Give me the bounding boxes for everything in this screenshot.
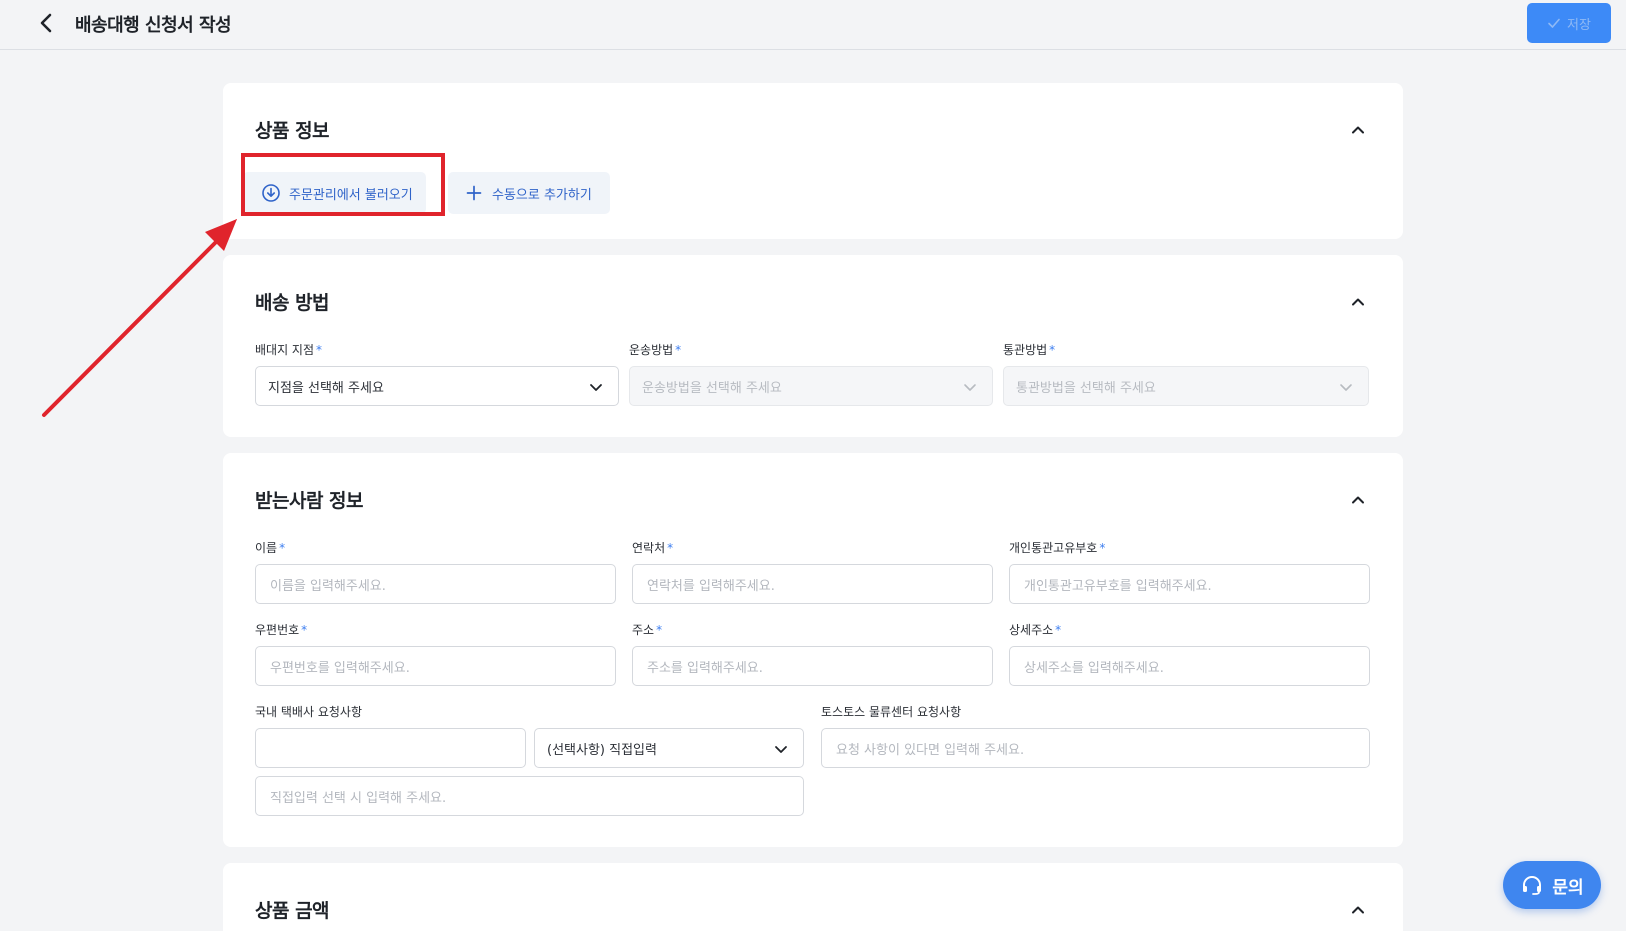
collapse-chevron-up-icon[interactable]: [1349, 121, 1367, 139]
back-arrow-icon[interactable]: [34, 10, 60, 36]
branch-select[interactable]: 지점을 선택해 주세요: [255, 366, 619, 406]
branch-label: 배대지 지점 *: [255, 343, 323, 357]
shipping-method-card: 배송 방법 배대지 지점 * 지점을 선택해 주세요 운송방법 * 운송방법을 선택…: [223, 255, 1403, 437]
center-request-label: 토스토스 물류센터 요청사항: [821, 705, 962, 719]
courier-request-label: 국내 택배사 요청사항: [255, 705, 362, 719]
collapse-chevron-up-icon[interactable]: [1349, 491, 1367, 509]
zipcode-placeholder: 우편번호를 입력해주세요.: [270, 660, 410, 676]
address-detail-input[interactable]: 상세주소를 입력해주세요.: [1009, 646, 1370, 686]
save-button[interactable]: 저장: [1527, 3, 1611, 43]
recipient-info-title: 받는사람 정보: [255, 490, 364, 512]
save-button-label: 저장: [1567, 17, 1591, 33]
customs-method-select-value: 통관방법을 선택해 주세요: [1016, 380, 1156, 396]
check-icon: [1547, 16, 1561, 30]
headset-icon: [1520, 873, 1544, 897]
center-request-placeholder: 요청 사항이 있다면 입력해 주세요.: [836, 742, 1025, 758]
courier-direct-input[interactable]: 직접입력 선택 시 입력해 주세요.: [255, 776, 804, 816]
shipping-method-title: 배송 방법: [255, 292, 330, 314]
chevron-down-icon: [773, 741, 789, 757]
customs-code-input[interactable]: 개인통관고유부호를 입력해주세요.: [1009, 564, 1370, 604]
courier-request-input[interactable]: [255, 728, 526, 768]
address-input[interactable]: 주소를 입력해주세요.: [632, 646, 993, 686]
manual-button-label: 수동으로 추가하기: [492, 187, 592, 203]
transport-method-select-value: 운송방법을 선택해 주세요: [642, 380, 782, 396]
customs-method-select[interactable]: 통관방법을 선택해 주세요: [1003, 366, 1369, 406]
plus-icon: [466, 185, 482, 201]
address-placeholder: 주소를 입력해주세요.: [647, 660, 763, 676]
page-title: 배송대행 신청서 작성: [75, 15, 232, 36]
chevron-down-icon: [1338, 379, 1354, 395]
phone-label: 연락처 *: [632, 541, 674, 555]
highlight-annotation-box: [241, 153, 445, 216]
inquiry-fab-button[interactable]: 문의: [1503, 861, 1601, 909]
name-input[interactable]: 이름을 입력해주세요.: [255, 564, 616, 604]
collapse-chevron-up-icon[interactable]: [1349, 901, 1367, 919]
branch-select-value: 지점을 선택해 주세요: [268, 380, 384, 396]
chevron-down-icon: [588, 379, 604, 395]
product-amount-title: 상품 금액: [255, 900, 330, 922]
address-detail-label: 상세주소 *: [1009, 623, 1062, 637]
courier-direct-placeholder: 직접입력 선택 시 입력해 주세요.: [270, 790, 447, 806]
phone-input[interactable]: 연락처를 입력해주세요.: [632, 564, 993, 604]
transport-method-select[interactable]: 운송방법을 선택해 주세요: [629, 366, 993, 406]
name-placeholder: 이름을 입력해주세요.: [270, 578, 386, 594]
chevron-down-icon: [962, 379, 978, 395]
customs-code-placeholder: 개인통관고유부호를 입력해주세요.: [1024, 578, 1212, 594]
customs-code-label: 개인통관고유부호 *: [1009, 541, 1106, 555]
center-request-input[interactable]: 요청 사항이 있다면 입력해 주세요.: [821, 728, 1370, 768]
phone-placeholder: 연락처를 입력해주세요.: [647, 578, 775, 594]
transport-method-label: 운송방법 *: [629, 343, 682, 357]
collapse-chevron-up-icon[interactable]: [1349, 293, 1367, 311]
courier-request-select-value: (선택사항) 직접입력: [547, 742, 657, 758]
product-info-title: 상품 정보: [255, 120, 330, 142]
address-label: 주소 *: [632, 623, 663, 637]
customs-method-label: 통관방법 *: [1003, 343, 1056, 357]
address-detail-placeholder: 상세주소를 입력해주세요.: [1024, 660, 1164, 676]
name-label: 이름 *: [255, 541, 286, 555]
add-manually-button[interactable]: 수동으로 추가하기: [448, 172, 610, 214]
top-bar: 배송대행 신청서 작성 저장: [0, 0, 1626, 50]
inquiry-label: 문의: [1552, 877, 1584, 898]
zipcode-label: 우편번호 *: [255, 623, 308, 637]
product-amount-card: 상품 금액: [223, 863, 1403, 931]
zipcode-input[interactable]: 우편번호를 입력해주세요.: [255, 646, 616, 686]
recipient-info-card: 받는사람 정보 이름 * 이름을 입력해주세요. 연락처 * 연락처를 입력해주세요…: [223, 453, 1403, 847]
courier-request-select[interactable]: (선택사항) 직접입력: [534, 728, 804, 768]
